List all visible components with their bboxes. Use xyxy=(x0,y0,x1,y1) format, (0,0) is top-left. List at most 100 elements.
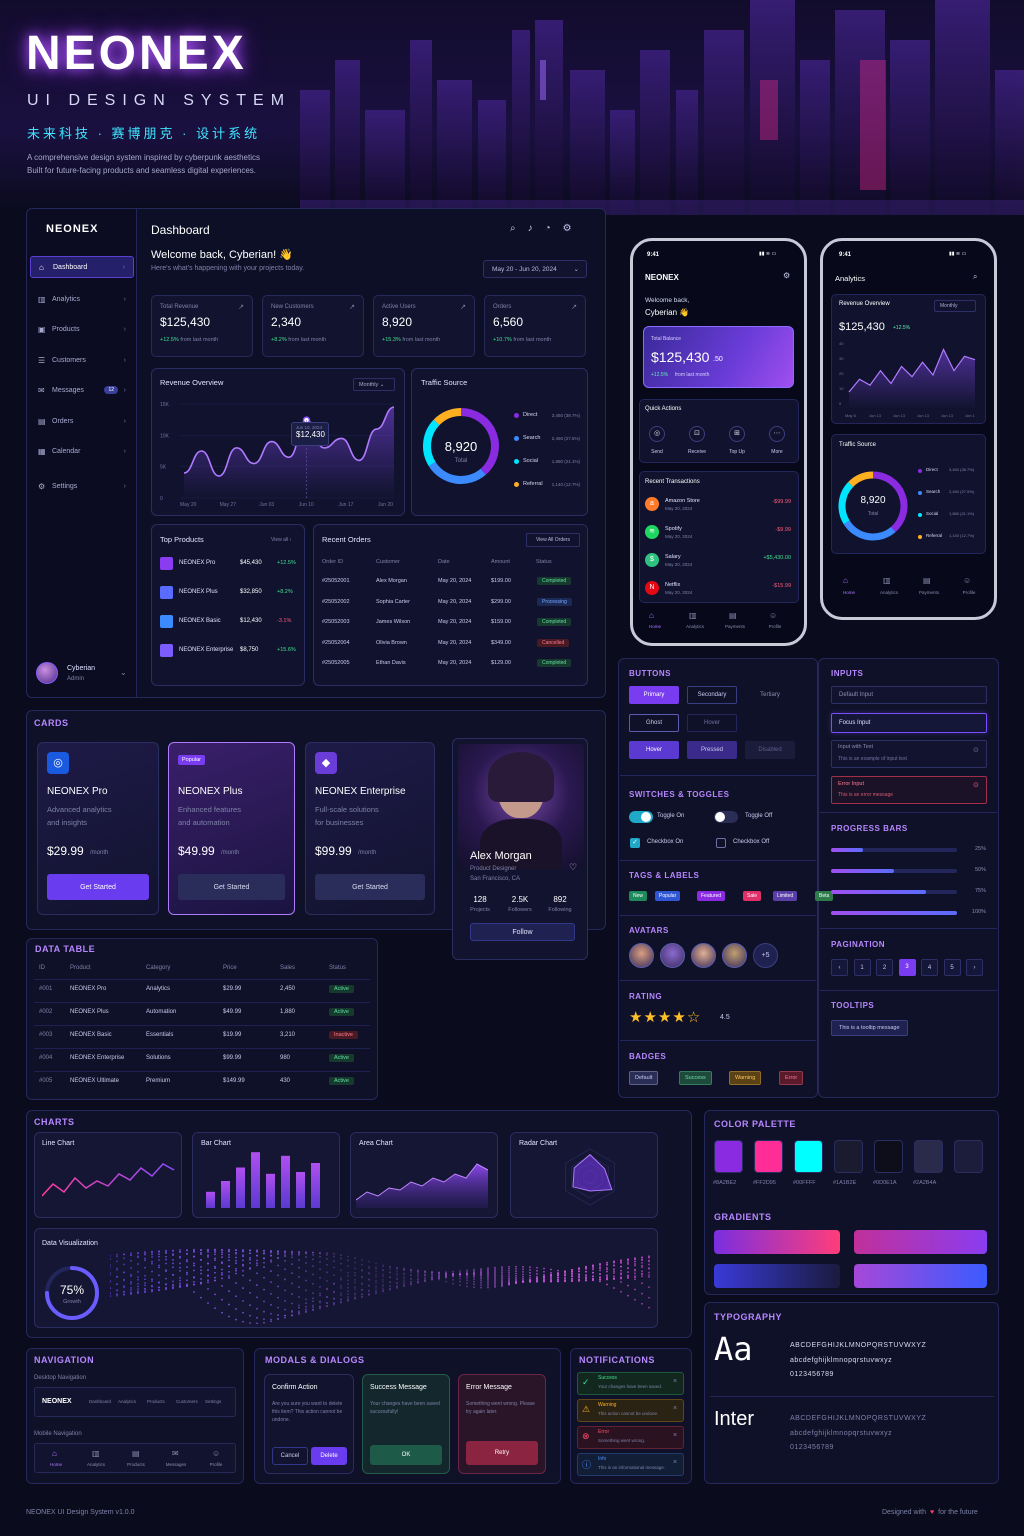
sidebar-item-dashboard[interactable]: ⌂ Dashboard › xyxy=(30,256,134,278)
nav-link-customers[interactable]: Customers xyxy=(176,1399,198,1404)
button-tertiary[interactable]: Tertiary xyxy=(745,686,795,704)
help-icon[interactable]: ◔ xyxy=(545,223,551,234)
analytics-icon[interactable]: ▥ xyxy=(92,1449,100,1458)
bar[interactable] xyxy=(266,1173,275,1208)
color-swatch[interactable] xyxy=(914,1140,943,1173)
profile-icon[interactable]: ☺ xyxy=(212,1449,220,1458)
sidebar-item-analytics[interactable]: ▥ Analytics › xyxy=(30,288,134,310)
retry-button[interactable]: Retry xyxy=(466,1441,538,1465)
bar[interactable] xyxy=(296,1172,305,1208)
bar[interactable] xyxy=(281,1155,290,1208)
get-started-button[interactable]: Get Started xyxy=(47,874,149,900)
nav-link-dashboard[interactable]: Dashboard xyxy=(89,1399,111,1404)
profile-icon[interactable]: ☺ xyxy=(769,611,777,620)
follow-button[interactable]: Follow xyxy=(470,923,575,941)
star-icon[interactable]: ★ xyxy=(672,1009,686,1026)
button-hover[interactable]: Hover xyxy=(629,741,679,759)
color-swatch[interactable] xyxy=(714,1140,743,1173)
color-swatch[interactable] xyxy=(754,1140,783,1173)
get-started-button[interactable]: Get Started xyxy=(315,874,425,900)
home-icon[interactable]: ⌂ xyxy=(52,1449,57,1458)
sidebar-item-orders[interactable]: ▤ Orders › xyxy=(30,410,134,432)
messages-icon[interactable]: ✉ xyxy=(172,1449,179,1458)
delete-button[interactable]: Delete xyxy=(311,1447,347,1465)
donut-slice[interactable] xyxy=(428,461,486,484)
page-button[interactable]: 2 xyxy=(876,959,893,976)
button-disabled[interactable]: Disabled xyxy=(745,741,795,759)
heart-icon[interactable]: ♡ xyxy=(569,862,577,873)
analytics-icon[interactable]: ▥ xyxy=(883,576,891,585)
payments-icon[interactable]: ▤ xyxy=(729,611,737,620)
default-input[interactable]: Default Input xyxy=(831,686,987,704)
bell-icon[interactable]: ♪ xyxy=(528,223,533,234)
page-button[interactable]: 3 xyxy=(898,959,916,976)
view-all-link[interactable]: View all › xyxy=(271,537,291,543)
color-swatch[interactable] xyxy=(834,1140,863,1173)
button-primary[interactable]: Primary xyxy=(629,686,679,704)
donut-slice[interactable] xyxy=(843,520,896,541)
avatar[interactable] xyxy=(691,943,716,968)
donut-slice[interactable] xyxy=(848,471,874,488)
page-button[interactable]: 1 xyxy=(853,959,871,976)
search-icon[interactable]: ⌕ xyxy=(973,272,977,282)
sidebar-item-messages[interactable]: ✉ Messages 12 › xyxy=(30,379,134,401)
avatar[interactable] xyxy=(660,943,685,968)
bar[interactable] xyxy=(206,1191,215,1208)
sidebar-item-products[interactable]: ▣ Products › xyxy=(30,318,134,340)
analytics-icon[interactable]: ▥ xyxy=(689,611,697,620)
avatar[interactable] xyxy=(36,662,58,684)
cancel-button[interactable]: Cancel xyxy=(272,1447,308,1465)
profile-icon[interactable]: ☺ xyxy=(963,576,971,585)
bar[interactable] xyxy=(236,1167,245,1209)
button-secondary[interactable]: Secondary xyxy=(687,686,737,704)
home-icon[interactable]: ⌂ xyxy=(649,611,654,620)
color-swatch[interactable] xyxy=(874,1140,903,1173)
view-all-orders-button[interactable]: View All Orders xyxy=(526,533,580,547)
sidebar-item-customers[interactable]: ☰ Customers › xyxy=(30,349,134,371)
donut-slice[interactable] xyxy=(433,408,462,426)
sidebar-item-settings[interactable]: ⚙ Settings › xyxy=(30,475,134,497)
focus-input[interactable]: Focus Input xyxy=(831,713,987,733)
bar[interactable] xyxy=(221,1181,230,1208)
star-icon[interactable]: ★ xyxy=(658,1009,672,1026)
checkbox-off[interactable] xyxy=(716,838,726,848)
gear-icon[interactable]: ⚙ xyxy=(783,271,790,280)
page-button[interactable]: › xyxy=(966,959,983,976)
ok-button[interactable]: OK xyxy=(370,1445,442,1465)
period-select[interactable]: Monthly ⌄ xyxy=(353,378,395,391)
button-pressed[interactable]: Pressed xyxy=(687,741,737,759)
avatar[interactable] xyxy=(722,943,747,968)
close-icon[interactable]: × xyxy=(673,1459,677,1466)
home-icon[interactable]: ⌂ xyxy=(843,576,848,585)
topup-icon[interactable]: ⊞ xyxy=(729,426,745,442)
nav-link-products[interactable]: Products xyxy=(147,1399,165,1404)
products-icon[interactable]: ▤ xyxy=(132,1449,140,1458)
page-button[interactable]: 4 xyxy=(921,959,938,976)
color-swatch[interactable] xyxy=(954,1140,983,1173)
close-icon[interactable]: × xyxy=(673,1405,677,1412)
close-icon[interactable]: × xyxy=(673,1432,677,1439)
date-range-picker[interactable]: May 20 - Jun 20, 2024 ⌄ xyxy=(483,260,587,278)
color-swatch[interactable] xyxy=(794,1140,823,1173)
bar[interactable] xyxy=(311,1163,320,1208)
star-icon[interactable]: ☆ xyxy=(687,1009,701,1026)
avatar[interactable] xyxy=(629,943,654,968)
button-hover[interactable]: Hover xyxy=(687,714,737,732)
nav-link-settings[interactable]: Settings xyxy=(205,1399,221,1404)
gear-icon[interactable]: ⚙ xyxy=(563,223,572,234)
checkbox-on[interactable]: ✓ xyxy=(630,838,640,848)
star-icon[interactable]: ★ xyxy=(629,1009,643,1026)
send-icon[interactable]: ◎ xyxy=(649,426,665,442)
star-icon[interactable]: ★ xyxy=(643,1009,657,1026)
nav-link-analytics[interactable]: Analytics xyxy=(118,1399,136,1404)
star-rating[interactable]: ★★★★☆ xyxy=(629,1008,701,1026)
search-icon[interactable]: ⌕ xyxy=(510,223,516,234)
button-ghost[interactable]: Ghost xyxy=(629,714,679,732)
payments-icon[interactable]: ▤ xyxy=(923,576,931,585)
page-button[interactable]: ‹ xyxy=(831,959,848,976)
chevron-down-icon[interactable]: ⌄ xyxy=(120,668,127,677)
donut-slice[interactable] xyxy=(423,419,440,467)
close-icon[interactable]: × xyxy=(673,1378,677,1385)
bar[interactable] xyxy=(251,1152,260,1208)
sidebar-item-calendar[interactable]: ▦ Calendar › xyxy=(30,440,134,462)
